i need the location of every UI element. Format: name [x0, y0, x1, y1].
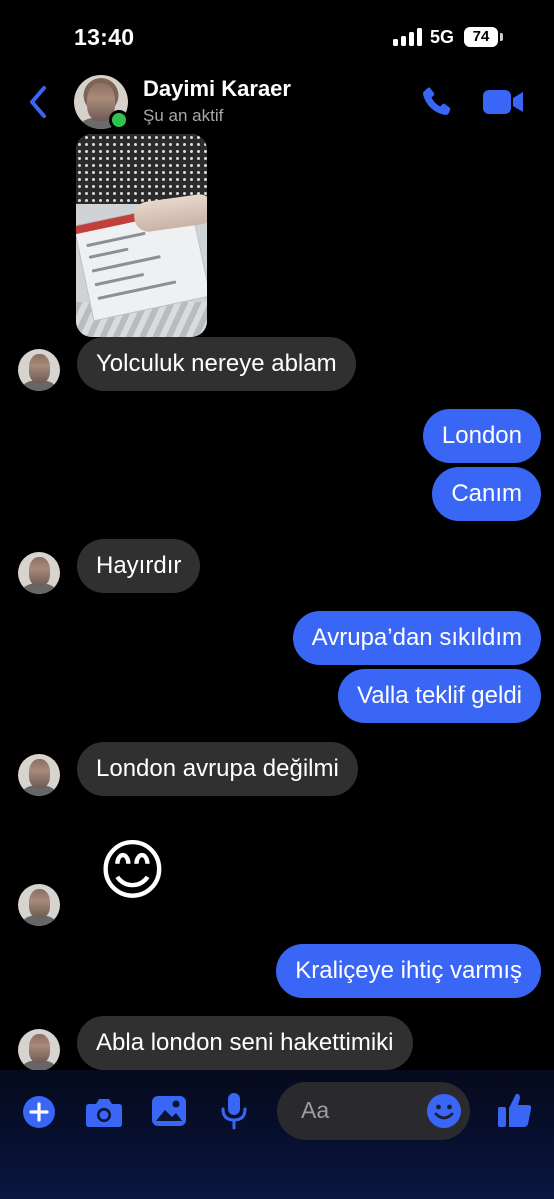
message-incoming[interactable]: London avrupa değilmi	[77, 742, 358, 796]
message-outgoing[interactable]: Avrupa’dan sıkıldım	[292, 611, 541, 665]
emoji-message[interactable]: 😊	[98, 830, 167, 910]
camera-icon[interactable]	[85, 1095, 123, 1129]
sender-avatar[interactable]	[18, 754, 60, 796]
status-time: 13:40	[74, 24, 135, 50]
chat-header: Dayimi Karaer Şu an aktif	[0, 70, 554, 134]
sender-avatar[interactable]	[18, 349, 60, 391]
thumbs-up-icon[interactable]	[497, 1091, 533, 1129]
message-input[interactable]: Aa	[277, 1082, 470, 1140]
sender-avatar[interactable]	[18, 884, 60, 926]
composer-bar: Aa	[0, 1070, 554, 1199]
back-chevron-icon[interactable]	[24, 82, 58, 122]
plus-icon[interactable]	[22, 1095, 56, 1129]
message-incoming[interactable]: Abla london seni hakettimiki	[77, 1016, 413, 1070]
sender-avatar[interactable]	[18, 552, 60, 594]
contact-status: Şu an aktif	[143, 106, 224, 125]
message-incoming[interactable]: Hayırdır	[77, 539, 201, 593]
message-outgoing[interactable]: Valla teklif geldi	[338, 669, 541, 723]
microphone-icon[interactable]	[220, 1092, 248, 1130]
video-camera-icon[interactable]	[482, 88, 524, 116]
status-bar: 13:40 5G 74	[0, 0, 554, 70]
message-input-placeholder: Aa	[301, 1097, 330, 1123]
message-outgoing[interactable]: Canım	[432, 467, 541, 521]
shared-photo[interactable]	[76, 134, 207, 337]
signal-icon	[393, 28, 423, 46]
battery-icon: 74	[464, 27, 498, 47]
contact-name[interactable]: Dayimi Karaer	[143, 76, 291, 102]
message-outgoing[interactable]: Kraliçeye ihtiç varmış	[276, 944, 541, 998]
online-indicator	[109, 110, 129, 130]
phone-icon[interactable]	[418, 84, 454, 120]
message-outgoing[interactable]: London	[422, 409, 541, 463]
emoji-icon[interactable]	[426, 1093, 462, 1129]
message-incoming[interactable]: Yolculuk nereye ablam	[77, 337, 356, 391]
battery-tip	[500, 33, 503, 41]
network-label: 5G	[430, 27, 455, 47]
gallery-icon[interactable]	[151, 1095, 187, 1127]
sender-avatar[interactable]	[18, 1029, 60, 1071]
